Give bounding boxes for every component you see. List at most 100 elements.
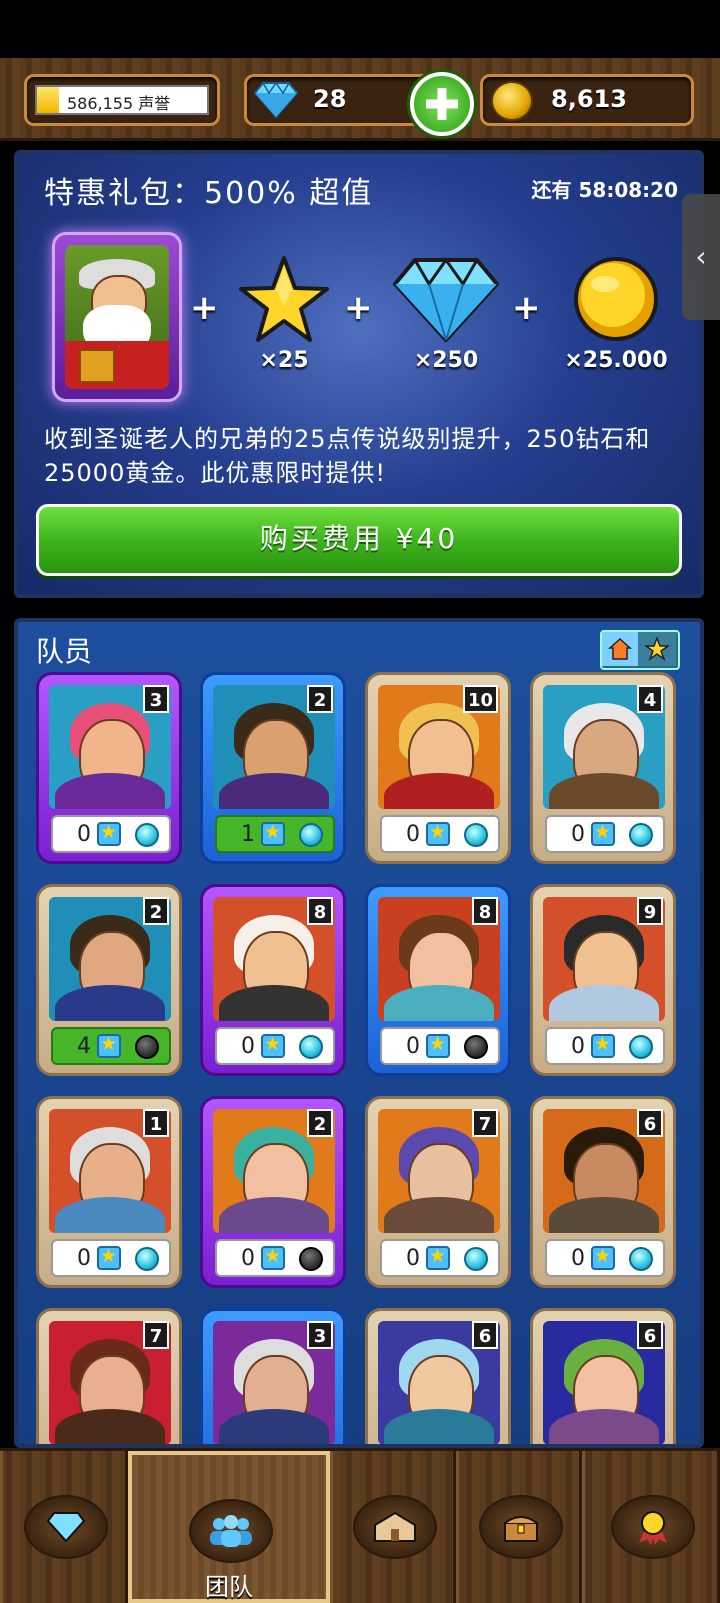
star-icon [261,1033,285,1058]
offer-title: 特惠礼包：500% 超值 [44,176,374,211]
nav-team-label: 团队 [205,1573,253,1601]
member-level: 6 [637,1109,663,1137]
team-member-card[interactable]: 30 [36,672,182,864]
member-level: 6 [472,1321,498,1349]
nav-treasure[interactable] [456,1451,582,1603]
diamond-icon [253,81,299,119]
member-stat-bar: 0 [380,815,500,853]
member-level: 7 [143,1321,169,1349]
inactive-orb-icon [464,1035,488,1059]
team-member-card[interactable]: 20 [200,1096,346,1288]
member-level: 3 [307,1321,333,1349]
member-level: 3 [143,685,169,713]
star-icon [426,821,450,846]
team-member-card[interactable]: 3 [200,1308,346,1444]
offer-description: 收到圣诞老人的兄弟的25点传说级别提升，250钻石和25000黄金。此优惠限时提… [44,425,651,487]
member-level: 6 [637,1321,663,1349]
team-member-card[interactable]: 6 [530,1308,676,1444]
star-icon [591,1033,615,1058]
team-title: 队员 [36,635,93,668]
member-stat-bar: 0 [380,1027,500,1065]
star-icon [591,1245,615,1270]
buildings-icon [353,1495,437,1559]
reward-diamonds-qty: ×250 [413,348,479,373]
sort-by-star[interactable] [638,632,676,666]
member-body [549,1409,659,1444]
member-level: 1 [143,1109,169,1137]
fame-value: 586,155 声誉 [67,94,171,113]
team-member-card[interactable]: 6 [365,1308,511,1444]
member-star-count: 0 [77,822,91,847]
member-star-count: 0 [241,1034,255,1059]
treasure-chest-icon [479,1495,563,1559]
special-offer-panel: 特惠礼包：500% 超值 还有 58:08:20 + ×25 + ×250 + [14,150,704,598]
team-member-card[interactable]: 7 [36,1308,182,1444]
nav-achievements[interactable] [582,1451,720,1603]
active-orb-icon [464,823,488,847]
reward-gold: ×25.000 [556,254,676,373]
diamond-icon [24,1495,108,1559]
member-star-count: 0 [241,1246,255,1271]
member-body [549,1197,659,1233]
reward-diamonds: ×250 [390,254,502,373]
side-panel-toggle[interactable]: ‹ [682,194,720,320]
team-member-card[interactable]: 40 [530,672,676,864]
add-gems-button[interactable] [410,72,474,136]
member-body [384,1197,494,1233]
member-body [55,773,165,809]
team-member-card[interactable]: 24 [36,884,182,1076]
reward-stars-qty: ×25 [259,348,309,373]
nav-team[interactable]: 团队 [128,1451,330,1603]
bottom-navigation: 团队 [0,1448,720,1603]
team-member-card[interactable]: 60 [530,1096,676,1288]
top-resource-bar: 586,155 声誉 28 8,613 [0,58,720,141]
nav-buildings[interactable] [330,1451,456,1603]
star-icon [97,1033,121,1058]
nav-shop[interactable] [0,1451,128,1603]
active-orb-icon [299,1035,323,1059]
team-member-card[interactable]: 90 [530,884,676,1076]
member-level: 9 [637,897,663,925]
active-orb-icon [629,1247,653,1271]
star-icon [426,1033,450,1058]
reward-stars: ×25 [236,254,332,373]
star-icon [426,1245,450,1270]
member-stat-bar: 0 [380,1239,500,1277]
buy-button[interactable]: 购买费用 ¥40 [36,504,682,576]
gem-value: 28 [313,85,347,113]
chevron-left-icon: ‹ [695,240,707,273]
member-star-count: 0 [571,1034,585,1059]
star-icon [591,821,615,846]
gold-counter: 8,613 [480,74,694,126]
sort-toggle[interactable] [600,630,680,670]
team-panel: 队员 30211004024808090102070607366 [14,618,704,1448]
medal-icon [611,1495,695,1559]
member-body [384,1409,494,1444]
gold-value: 8,613 [551,85,627,113]
star-icon [97,1245,121,1270]
member-level: 2 [143,897,169,925]
member-star-count: 0 [571,822,585,847]
sort-by-house[interactable] [602,632,638,666]
member-stat-bar: 0 [545,815,665,853]
member-stat-bar: 0 [51,1239,171,1277]
active-orb-icon [135,823,159,847]
team-member-card[interactable]: 70 [365,1096,511,1288]
member-body [384,985,494,1021]
team-member-card[interactable]: 10 0 [365,672,511,864]
star-icon [645,637,669,661]
team-member-card[interactable]: 21 [200,672,346,864]
member-body [549,985,659,1021]
diamond-icon [393,257,499,342]
member-body [219,1197,329,1233]
member-body [55,985,165,1021]
team-member-card[interactable]: 80 [200,884,346,1076]
member-level: 7 [472,1109,498,1137]
fame-progress-fill [37,87,59,113]
member-stat-bar: 1 [215,815,335,853]
team-member-card[interactable]: 10 [36,1096,182,1288]
member-level: 8 [472,897,498,925]
plus-symbol: + [512,288,541,328]
active-orb-icon [629,1035,653,1059]
team-member-card[interactable]: 80 [365,884,511,1076]
